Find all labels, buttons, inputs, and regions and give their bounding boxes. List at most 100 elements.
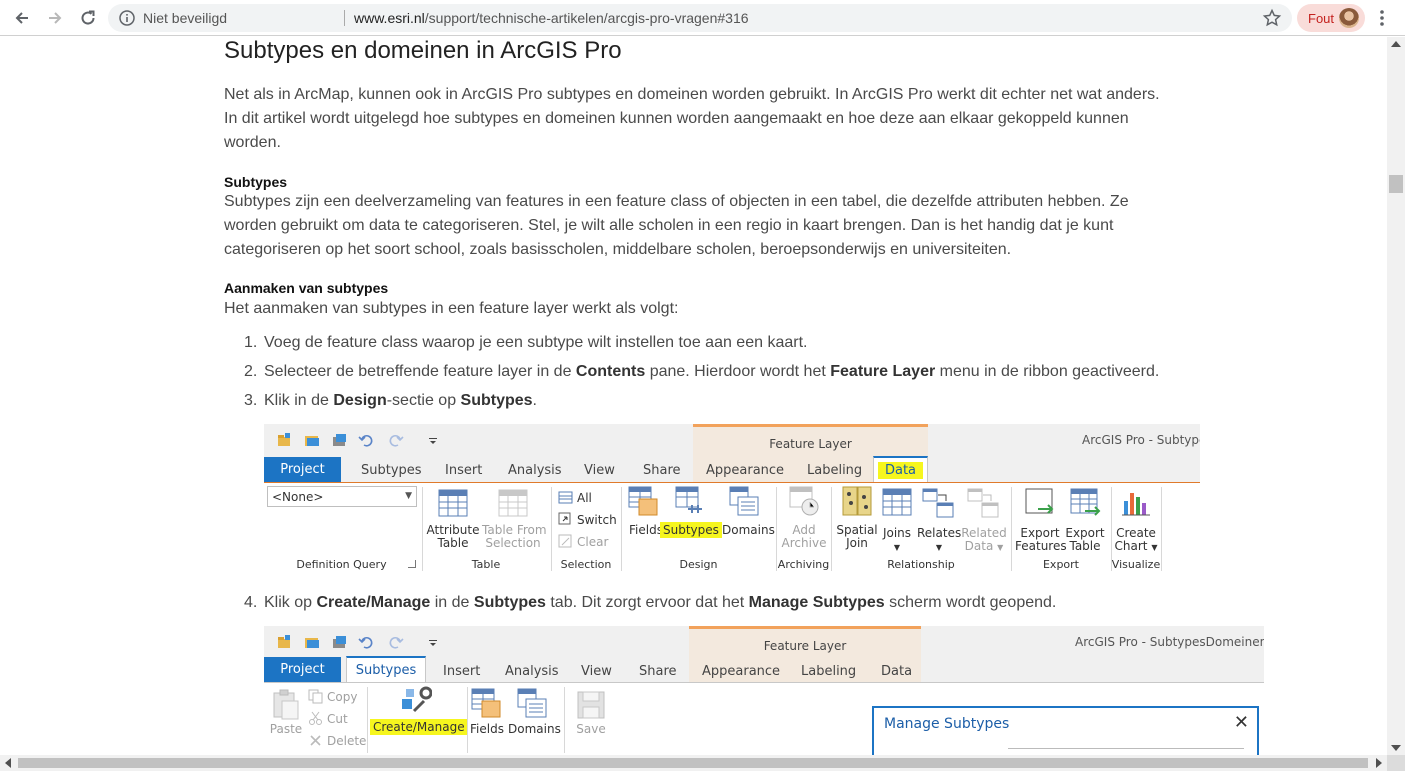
tab-data-label: Data (877, 462, 924, 479)
tab-view[interactable]: View (581, 664, 612, 679)
list-bold: Contents (575, 363, 646, 380)
switch-selection-button[interactable]: Switch (558, 512, 617, 527)
url-text[interactable]: www.esri.nl/support/technische-artikelen… (354, 10, 749, 26)
tab-project[interactable]: Project (264, 457, 341, 482)
select-all-button[interactable]: All (558, 490, 592, 505)
tab-share[interactable]: Share (643, 463, 681, 478)
tab-project[interactable]: Project (264, 657, 341, 682)
vertical-scrollbar[interactable] (1387, 37, 1405, 755)
domains-button[interactable]: Domains (722, 524, 775, 537)
export-features-icon (1025, 488, 1054, 514)
attribute-table-button[interactable]: Attribute Table (426, 524, 480, 550)
horizontal-scroll-thumb[interactable] (18, 758, 1368, 768)
group-label-design: Design (679, 558, 718, 571)
paste-button[interactable]: Paste (266, 723, 306, 736)
copy-button[interactable]: Copy (308, 689, 357, 704)
tab-subtypes[interactable]: Subtypes (346, 656, 426, 683)
redo-icon (389, 637, 404, 649)
save-icon (577, 691, 605, 719)
back-button[interactable] (9, 5, 35, 31)
tab-analysis[interactable]: Analysis (508, 463, 562, 478)
list-item: 3. Klik in de Design-sectie op Subtypes. (244, 389, 537, 413)
list-number: 1. (244, 334, 258, 351)
page-title: Subtypes en domeinen in ArcGIS Pro (224, 37, 622, 64)
relates-button[interactable]: Relates ▼ (917, 527, 961, 554)
group-label-table: Table (471, 558, 501, 571)
spatial-join-button[interactable]: Spatial Join (835, 524, 879, 550)
info-icon[interactable] (118, 9, 136, 27)
address-bar[interactable]: Niet beveiligd www.esri.nl/support/techn… (108, 4, 1292, 32)
tab-subtypes[interactable]: Subtypes (361, 463, 422, 478)
browser-menu-icon[interactable] (1372, 8, 1392, 28)
redo-icon (389, 435, 404, 447)
tab-insert[interactable]: Insert (445, 463, 482, 478)
list-bold: Design (333, 392, 387, 409)
close-icon[interactable]: ✕ (1234, 712, 1249, 733)
tab-insert[interactable]: Insert (443, 664, 480, 679)
related-data-button[interactable]: Related Data ▼ (961, 527, 1007, 554)
reload-button[interactable] (75, 5, 101, 31)
list-item: 2. Selecteer de betreffende feature layer… (244, 360, 1159, 384)
cut-button[interactable]: Cut (308, 711, 348, 726)
clear-selection-button[interactable]: Clear (558, 534, 608, 549)
tab-data[interactable]: Data (881, 664, 912, 679)
tab-labeling[interactable]: Labeling (801, 664, 856, 679)
scroll-left-icon[interactable] (5, 758, 11, 768)
intro-paragraph: Net als in ArcMap, kunnen ook in ArcGIS … (224, 86, 1160, 151)
subtypes-button[interactable]: Subtypes (660, 522, 722, 538)
fields-button[interactable]: Fields (467, 723, 507, 736)
export-features-button[interactable]: Export Features (1015, 527, 1067, 553)
bookmark-star-icon[interactable] (1262, 8, 1282, 28)
url-host: www.esri.nl (354, 10, 425, 26)
tab-share[interactable]: Share (639, 664, 677, 679)
list-text: Klik in de (264, 392, 334, 409)
domains-icon (729, 486, 759, 516)
list-text: in de (430, 594, 474, 611)
chevron-down-icon: ▼ (893, 543, 901, 552)
create-manage-button[interactable]: Create/Manage (370, 719, 468, 735)
list-text: Selecteer de betreffende feature layer i… (264, 363, 576, 380)
paste-icon (273, 689, 299, 720)
undo-icon (358, 435, 373, 447)
ribbon-screenshot-feature-layer-data: Feature Layer ArcGIS Pro - SubtypesD Pro… (264, 424, 1200, 574)
manage-subtypes-dialog: Manage Subtypes ✕ (872, 706, 1259, 755)
create-chart-button[interactable]: Create Chart ▼ (1112, 527, 1160, 554)
dialog-launcher-icon[interactable] (408, 560, 416, 568)
list-number: 2. (244, 363, 258, 380)
ribbon-body: Paste Copy Cut Delete Create/Manage Fiel… (264, 682, 1264, 755)
scroll-up-icon[interactable] (1391, 41, 1401, 47)
list-number: 3. (244, 392, 258, 409)
list-bold: Feature Layer (830, 363, 936, 380)
vertical-scroll-thumb[interactable] (1389, 175, 1403, 193)
joins-button[interactable]: Joins ▼ (876, 527, 918, 554)
customize-qat-icon (429, 640, 437, 646)
group-label-relationship: Relationship (887, 558, 955, 571)
group-separator (367, 687, 368, 753)
tab-labeling[interactable]: Labeling (807, 463, 862, 478)
export-table-icon (1070, 488, 1101, 516)
app-title: ArcGIS Pro - SubtypesD (1082, 433, 1200, 447)
export-table-button[interactable]: Export Table (1062, 527, 1108, 553)
tab-analysis[interactable]: Analysis (505, 664, 559, 679)
profile-error-button[interactable]: Fout (1297, 4, 1365, 32)
tab-view[interactable]: View (584, 463, 615, 478)
save-button[interactable]: Save (571, 723, 611, 736)
tab-appearance[interactable]: Appearance (702, 664, 780, 679)
forward-button[interactable] (42, 5, 68, 31)
select-all-icon (558, 491, 573, 504)
group-label-selection: Selection (560, 558, 612, 571)
scroll-right-icon[interactable] (1376, 758, 1382, 768)
delete-button[interactable]: Delete (308, 733, 366, 748)
subtypes-heading: Subtypes (224, 174, 288, 190)
tab-appearance[interactable]: Appearance (706, 463, 784, 478)
horizontal-scrollbar[interactable] (0, 755, 1387, 771)
table-from-selection-button[interactable]: Table From Selection (482, 524, 547, 550)
definition-query-combo[interactable]: <None> ▼ (267, 486, 417, 507)
tab-data[interactable]: Data (873, 456, 928, 483)
list-number: 4. (244, 594, 258, 611)
list-item: 4. Klik op Create/Manage in de Subtypes t… (244, 591, 1056, 615)
add-archive-button[interactable]: Add Archive (779, 524, 829, 550)
scroll-down-icon[interactable] (1391, 745, 1401, 751)
switch-selection-icon (558, 512, 571, 525)
domains-button[interactable]: Domains (508, 723, 561, 736)
